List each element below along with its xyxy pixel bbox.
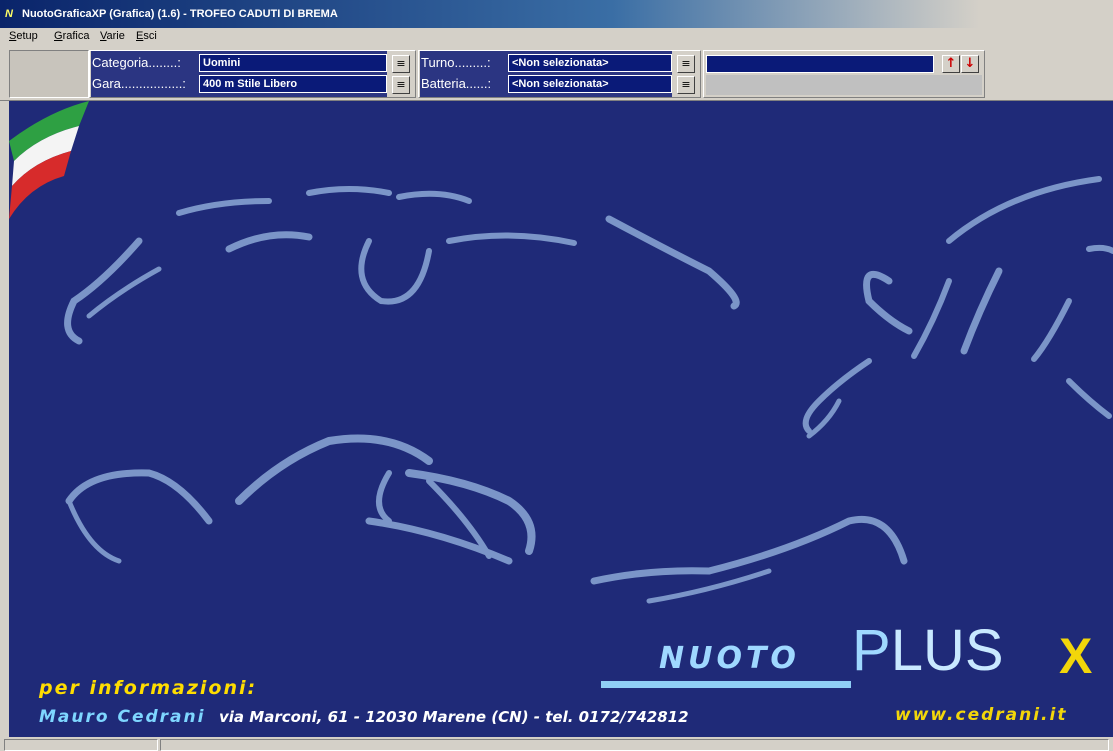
batteria-pick-button[interactable]: ≡	[677, 76, 695, 94]
gara-label: Gara.................:	[92, 76, 186, 91]
graphic-canvas: NUOTO PLUS X per informazioni: Mauro Ced…	[9, 101, 1113, 737]
brand-plus-text: PLUS	[852, 621, 1004, 681]
gara-field[interactable]: 400 m Stile Libero	[199, 75, 387, 93]
arrow-down-icon: ↓	[964, 56, 976, 71]
categoria-group: Categoria........: Uomini Gara..........…	[91, 51, 387, 97]
turno-group: Turno.........: <Non selezionata> Batter…	[420, 51, 672, 97]
brand-x-mark: X	[1059, 628, 1093, 684]
status-bar	[0, 737, 1113, 751]
categoria-label: Categoria........:	[92, 55, 181, 70]
brand-p-letter: P	[852, 618, 891, 683]
move-up-button[interactable]: ↑	[942, 55, 960, 73]
brand-underline	[601, 681, 851, 688]
contact-address: via Marconi, 61 - 12030 Marene (CN) - te…	[219, 708, 689, 726]
arrow-up-icon: ↑	[945, 56, 957, 71]
menu-setup[interactable]: Setup	[9, 28, 38, 44]
turno-label: Turno.........:	[421, 55, 491, 70]
menu-grafica[interactable]: Grafica	[54, 28, 89, 44]
swimmer-strokes	[64, 176, 1113, 604]
batteria-field[interactable]: <Non selezionata>	[508, 75, 672, 93]
batteria-label: Batteria......:	[421, 76, 492, 91]
italian-flag-icon	[9, 101, 89, 219]
toolbar-blank-panel	[9, 50, 89, 98]
extra-panel	[706, 75, 982, 95]
copy-list-icon: ≡	[396, 78, 406, 91]
title-bar[interactable]: N NuotoGraficaXP (Grafica) (1.6) - TROFE…	[0, 0, 1113, 28]
contact-name: Mauro Cedrani	[39, 707, 206, 727]
copy-list-icon: ≡	[681, 78, 691, 91]
status-pane-left	[4, 739, 158, 751]
menu-varie[interactable]: Varie	[100, 28, 125, 44]
copy-list-icon: ≡	[396, 57, 406, 70]
brand-nuoto-text: NUOTO	[659, 641, 800, 676]
categoria-field[interactable]: Uomini	[199, 54, 387, 72]
categoria-pick-button[interactable]: ≡	[392, 55, 410, 73]
turno-pick-button[interactable]: ≡	[677, 55, 695, 73]
brand-lus-letters: LUS	[890, 618, 1004, 683]
menu-esci[interactable]: Esci	[136, 28, 157, 44]
app-window: N NuotoGraficaXP (Grafica) (1.6) - TROFE…	[0, 0, 1113, 751]
status-pane-main	[160, 739, 1109, 751]
extra-field[interactable]	[706, 55, 934, 73]
menu-bar: Setup Grafica Varie Esci	[0, 28, 1113, 44]
window-title: NuotoGraficaXP (Grafica) (1.6) - TROFEO …	[22, 8, 338, 20]
move-down-button[interactable]: ↓	[961, 55, 979, 73]
copy-list-icon: ≡	[681, 57, 691, 70]
gara-pick-button[interactable]: ≡	[392, 76, 410, 94]
contact-line: Mauro Cedrani via Marconi, 61 - 12030 Ma…	[39, 707, 689, 727]
info-label: per informazioni:	[39, 677, 258, 699]
website-link[interactable]: www.cedrani.it	[895, 705, 1067, 725]
app-logo-icon: N	[5, 8, 13, 20]
turno-field[interactable]: <Non selezionata>	[508, 54, 672, 72]
